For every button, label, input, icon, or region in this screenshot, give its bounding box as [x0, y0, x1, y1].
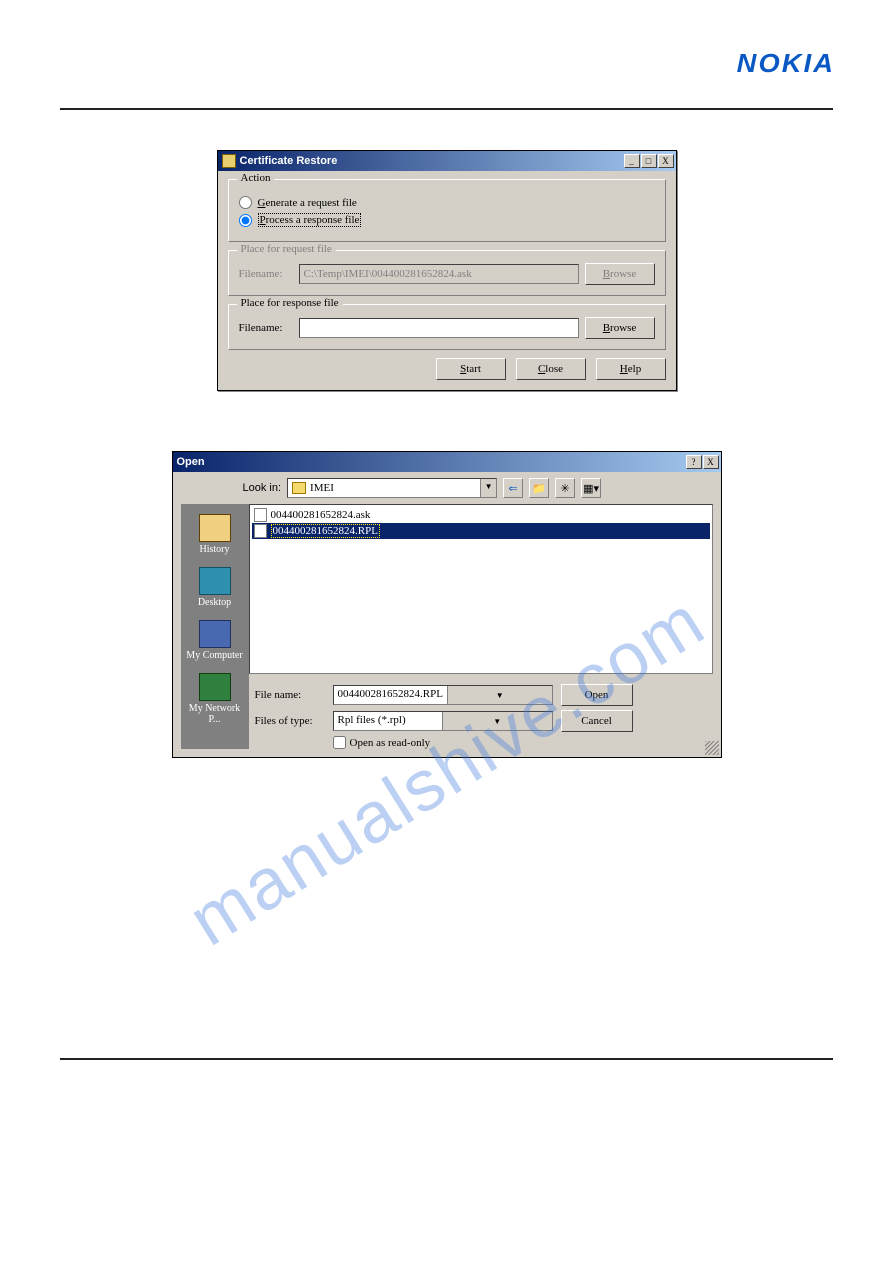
request-file-group: Filename: Browse: [228, 250, 666, 296]
radio-process-response[interactable]: Process a response file: [239, 213, 655, 227]
footer-divider: [60, 1058, 833, 1060]
chevron-down-icon[interactable]: ▼: [480, 479, 496, 497]
open-window-title: Open: [177, 456, 205, 468]
computer-icon: [199, 620, 231, 648]
action-group: Generate a request file Process a respon…: [228, 179, 666, 242]
filename-combo[interactable]: 004400281652824.RPL ▼: [333, 685, 553, 705]
views-icon[interactable]: ▦▾: [581, 478, 601, 498]
close-button[interactable]: X: [658, 154, 674, 168]
response-filename-label: Filename:: [239, 322, 293, 334]
nokia-logo: NOKIA: [737, 48, 835, 79]
place-desktop[interactable]: Desktop: [185, 563, 245, 612]
response-browse-button[interactable]: Browse: [585, 317, 655, 339]
file-icon: [254, 524, 267, 538]
filename-value: 004400281652824.RPL: [334, 686, 447, 704]
response-filename-input[interactable]: [299, 318, 579, 338]
lookin-label: Look in:: [243, 482, 282, 494]
help-button[interactable]: Help: [596, 358, 666, 380]
place-mycomputer-label: My Computer: [186, 650, 242, 661]
file-list[interactable]: 004400281652824.ask 004400281652824.RPL: [249, 504, 713, 674]
place-history[interactable]: History: [185, 510, 245, 559]
open-close-button[interactable]: X: [703, 455, 719, 469]
chevron-down-icon[interactable]: ▼: [447, 686, 552, 704]
close-dialog-button[interactable]: Close: [516, 358, 586, 380]
start-button[interactable]: Start: [436, 358, 506, 380]
cancel-button[interactable]: Cancel: [561, 710, 633, 732]
place-mycomputer[interactable]: My Computer: [185, 616, 245, 665]
radio-process-input[interactable]: [239, 214, 252, 227]
open-dialog: Open ? X Look in: IMEI ▼ ⇐ 📁 ✳: [172, 451, 722, 758]
window-title: Certificate Restore: [240, 155, 338, 167]
file-item[interactable]: 004400281652824.ask: [252, 507, 710, 523]
maximize-button[interactable]: □: [641, 154, 657, 168]
desktop-icon: [199, 567, 231, 595]
folder-icon: [292, 482, 306, 494]
place-history-label: History: [200, 544, 230, 555]
up-folder-icon[interactable]: 📁: [529, 478, 549, 498]
filetype-label: Files of type:: [255, 715, 325, 727]
lookin-folder-name: IMEI: [310, 482, 480, 494]
filename-label: File name:: [255, 689, 325, 701]
open-button[interactable]: Open: [561, 684, 633, 706]
new-folder-icon[interactable]: ✳: [555, 478, 575, 498]
place-mynetwork[interactable]: My Network P...: [185, 669, 245, 729]
file-name: 004400281652824.RPL: [271, 524, 380, 538]
request-filename-label: Filename:: [239, 268, 293, 280]
radio-generate-input[interactable]: [239, 196, 252, 209]
titlebar[interactable]: Certificate Restore _ □ X: [218, 151, 676, 171]
readonly-checkbox[interactable]: [333, 736, 346, 749]
response-file-group: Filename: Browse: [228, 304, 666, 350]
network-icon: [199, 673, 231, 701]
radio-generate-request[interactable]: Generate a request file: [239, 196, 655, 209]
open-help-button[interactable]: ?: [686, 455, 702, 469]
request-browse-button: Browse: [585, 263, 655, 285]
file-name: 004400281652824.ask: [271, 509, 371, 521]
readonly-label: Open as read-only: [350, 737, 431, 749]
request-filename-input: [299, 264, 579, 284]
radio-process-label: rocess a response file: [266, 214, 360, 226]
history-icon: [199, 514, 231, 542]
file-icon: [254, 508, 267, 522]
radio-generate-label: enerate a request file: [265, 197, 356, 209]
readonly-checkbox-row[interactable]: Open as read-only: [333, 736, 713, 749]
open-titlebar[interactable]: Open ? X: [173, 452, 721, 472]
app-icon: [222, 154, 236, 168]
file-item-selected[interactable]: 004400281652824.RPL: [252, 523, 710, 539]
place-mynetwork-label: My Network P...: [189, 703, 240, 725]
minimize-button[interactable]: _: [624, 154, 640, 168]
resize-grip[interactable]: [705, 741, 719, 755]
place-desktop-label: Desktop: [198, 597, 231, 608]
places-bar: History Desktop My Computer My Netw: [181, 504, 249, 749]
filetype-combo[interactable]: Rpl files (*.rpl) ▼: [333, 711, 553, 731]
chevron-down-icon[interactable]: ▼: [442, 712, 552, 730]
lookin-combo[interactable]: IMEI ▼: [287, 478, 497, 498]
back-icon[interactable]: ⇐: [503, 478, 523, 498]
certificate-restore-dialog: Certificate Restore _ □ X Generate a req…: [217, 150, 677, 391]
filetype-value: Rpl files (*.rpl): [334, 712, 443, 730]
